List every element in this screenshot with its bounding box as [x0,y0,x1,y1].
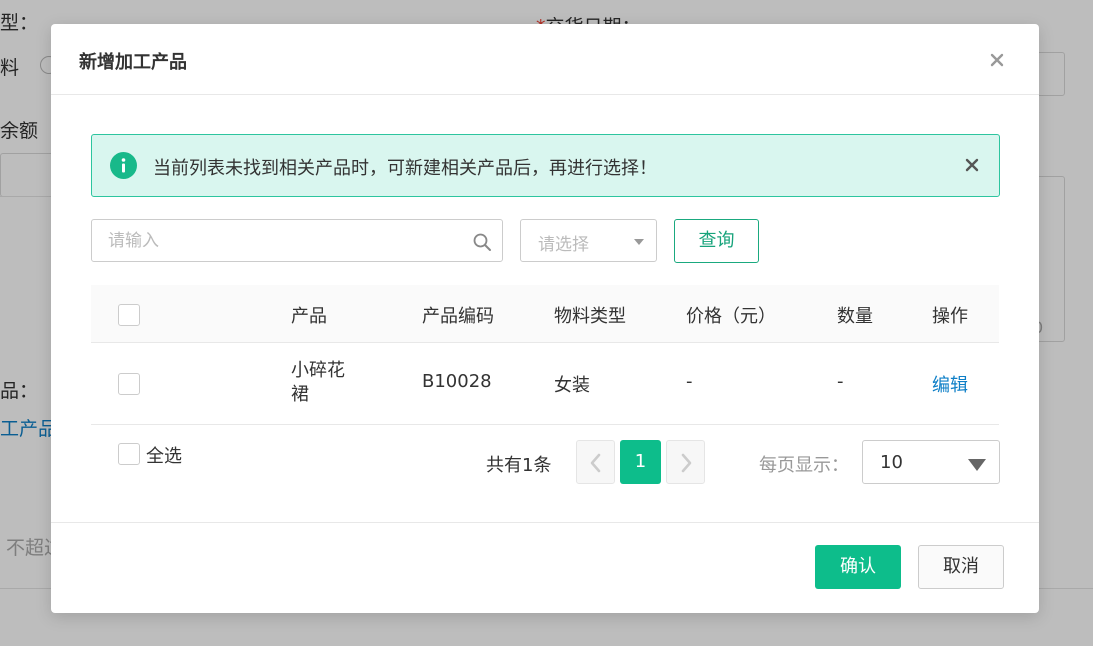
close-icon[interactable] [987,50,1007,70]
select-placeholder: 请选择 [538,235,589,255]
column-header-code: 产品编码 [422,306,494,327]
confirm-button[interactable]: 确认 [815,545,901,589]
prev-page-button[interactable] [576,440,615,484]
cancel-button[interactable]: 取消 [918,545,1004,589]
product-name-line: 裙 [291,384,309,405]
quantity-cell: - [837,371,844,392]
table-row: 小碎花 裙 B10028 女装 - - 编辑 [91,343,999,425]
info-icon [110,152,137,179]
column-header-action: 操作 [932,306,968,327]
total-count: 共有1条 [486,455,552,476]
close-icon[interactable] [963,156,981,174]
column-header-quantity: 数量 [837,306,873,327]
add-product-modal: 新增加工产品 当前列表未找到相关产品时，可新建相关产品后，再进行选择！ 请输入 … [51,24,1039,613]
select-all-checkbox[interactable] [118,443,140,465]
edit-link[interactable]: 编辑 [932,371,968,397]
search-field[interactable] [91,219,503,262]
search-icon[interactable] [472,232,492,252]
caret-down-icon [968,459,986,471]
modal-footer: 确认 取消 [51,522,1039,613]
product-name-cell: 小碎花 裙 [291,359,345,407]
page-number-current[interactable]: 1 [620,440,661,484]
modal-header: 新增加工产品 [51,24,1039,95]
chevron-left-icon [590,453,601,473]
column-header-product: 产品 [291,306,327,327]
product-name-line: 小碎花 [291,360,345,381]
column-header-material-type: 物料类型 [554,306,626,327]
select-all-label[interactable]: 全选 [146,442,182,468]
per-page-label: 每页显示： [759,455,849,476]
query-button[interactable]: 查询 [674,219,759,263]
caret-down-icon [634,239,644,245]
alert-message: 当前列表未找到相关产品时，可新建相关产品后，再进行选择！ [153,158,657,179]
table-footer: 全选 共有1条 1 每页显示： 10 [91,426,1000,506]
material-type-select[interactable]: 请选择 [520,219,657,262]
column-header-price: 价格（元） [686,306,776,327]
chevron-right-icon [681,453,692,473]
per-page-select[interactable]: 10 [862,440,1000,484]
info-alert: 当前列表未找到相关产品时，可新建相关产品后，再进行选择！ [91,134,1000,197]
product-table: 产品 产品编码 物料类型 价格（元） 数量 操作 小碎花 裙 B10028 女装… [91,285,999,425]
next-page-button[interactable] [666,440,705,484]
modal-title: 新增加工产品 [79,52,187,73]
material-type-cell: 女装 [554,375,590,396]
search-input[interactable] [92,220,462,261]
row-checkbox[interactable] [118,373,140,395]
product-code-cell: B10028 [422,371,492,392]
table-header: 产品 产品编码 物料类型 价格（元） 数量 操作 [91,285,999,343]
per-page-value: 10 [880,452,903,473]
header-checkbox[interactable] [118,304,140,326]
price-cell: - [686,371,693,392]
